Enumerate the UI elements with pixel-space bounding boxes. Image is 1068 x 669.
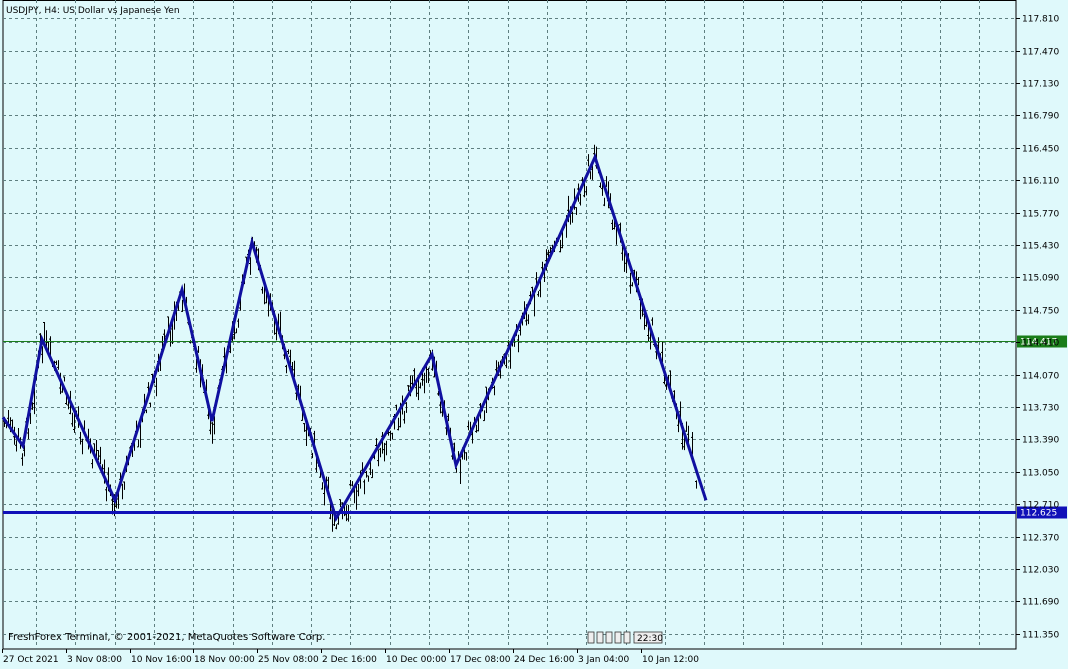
x-tick-label: 25 Nov 08:00 — [258, 655, 319, 665]
timer-icon — [623, 631, 631, 644]
y-tick-label: 114.750 — [1022, 307, 1059, 317]
x-tick-label: 10 Jan 12:00 — [642, 655, 699, 665]
zigzag-line[interactable] — [1, 153, 708, 523]
x-tick-label: 2 Dec 16:00 — [322, 655, 377, 665]
candle-timer: 22:30 — [587, 631, 663, 644]
timer-icon — [614, 631, 622, 644]
y-tick-label: 116.110 — [1022, 177, 1059, 187]
y-tick-label: 111.690 — [1022, 598, 1059, 608]
copyright-footer: FreshForex Terminal, © 2001-2021, MetaQu… — [8, 632, 325, 643]
y-tick-label: 114.070 — [1022, 372, 1059, 382]
timer-icon — [587, 631, 595, 644]
timer-icon — [596, 631, 604, 644]
y-tick-label: 114.410 — [1022, 339, 1059, 349]
y-tick-label: 115.770 — [1022, 210, 1059, 220]
x-tick-label: 3 Jan 04:00 — [578, 655, 630, 665]
timer-icon — [605, 631, 613, 644]
price-chart[interactable]: 114.417112.625 117.810117.470117.130116.… — [0, 0, 1068, 669]
x-tick-label: 17 Dec 08:00 — [450, 655, 511, 665]
y-tick-label: 113.730 — [1022, 404, 1059, 414]
chart-area[interactable]: 114.417 112.625 117.810 117.470 117.130 116.… — [0, 0, 1068, 669]
y-tick-label: 115.430 — [1022, 242, 1059, 252]
chart-title: USDJPY, H4: US Dollar vs Japanese Yen — [6, 6, 180, 16]
timer-label: 22:30 — [637, 634, 663, 644]
x-tick-label: 24 Dec 16:00 — [514, 655, 575, 665]
x-tick-label: 10 Nov 16:00 — [131, 655, 192, 665]
y-tick-label: 115.090 — [1022, 274, 1059, 284]
y-tick-label: 113.390 — [1022, 436, 1059, 446]
y-tick-label: 117.130 — [1022, 80, 1059, 90]
x-tick-label: 10 Dec 00:00 — [386, 655, 447, 665]
y-tick-label: 111.350 — [1022, 631, 1059, 641]
y-tick-label: 112.370 — [1022, 534, 1059, 544]
x-tick-label: 18 Nov 00:00 — [194, 655, 255, 665]
y-tick-label: 116.450 — [1022, 145, 1059, 155]
y-tick-label: 116.790 — [1022, 112, 1059, 122]
y-tick-label: 117.470 — [1022, 48, 1059, 58]
x-tick-label: 27 Oct 2021 — [3, 655, 59, 665]
y-tick-label: 113.050 — [1022, 469, 1059, 479]
y-tick-label: 112.710 — [1022, 501, 1059, 511]
x-tick-label: 3 Nov 08:00 — [67, 655, 122, 665]
y-tick-label: 112.030 — [1022, 566, 1059, 576]
y-tick-label: 117.810 — [1022, 15, 1059, 25]
